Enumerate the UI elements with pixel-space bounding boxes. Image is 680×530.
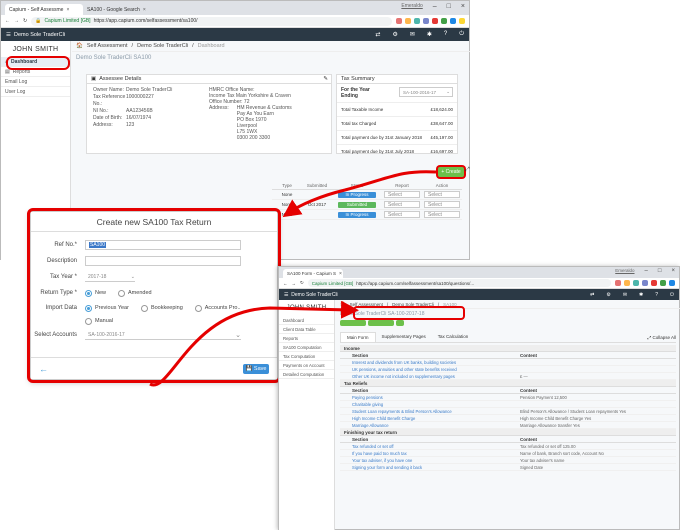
arrow-create-to-modal [282, 170, 437, 218]
arrow-modal-to-form [149, 300, 359, 387]
annotation-arrows [149, 170, 437, 387]
